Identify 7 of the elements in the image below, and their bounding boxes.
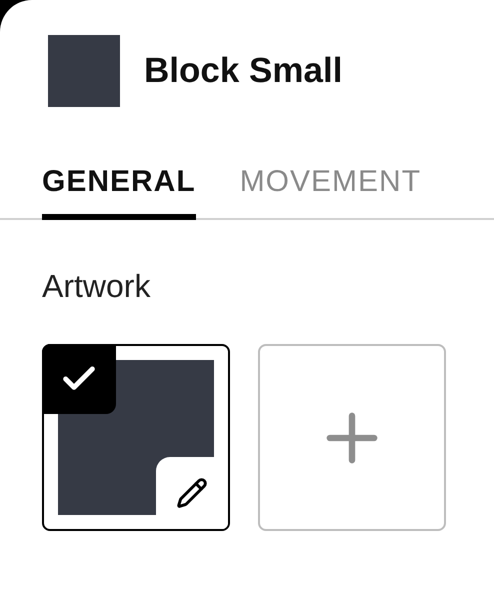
artwork-tile[interactable]	[42, 344, 230, 531]
block-thumbnail	[48, 35, 120, 107]
edit-pencil-icon[interactable]	[156, 457, 228, 529]
block-title: Block Small	[144, 50, 342, 92]
tab[interactable]: GENERAL	[42, 155, 196, 220]
selected-check-icon	[42, 344, 116, 414]
section-label: Artwork	[42, 268, 150, 304]
